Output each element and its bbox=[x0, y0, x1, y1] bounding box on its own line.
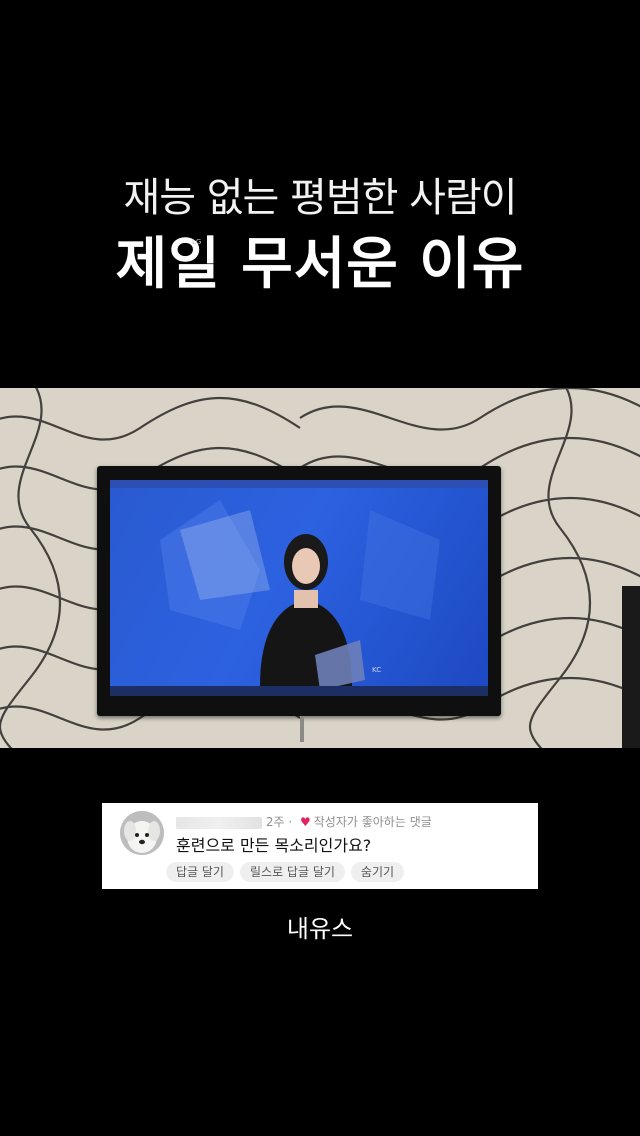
caption-subtitle: 내유스 bbox=[286, 915, 354, 943]
title-line-2: 제일 무서운 이유 bbox=[115, 232, 525, 297]
tv-brand-logo: LG bbox=[192, 238, 202, 246]
comment-card: 2주 · ♥ 작성자가 좋아하는 댓글 훈련으로 만든 목소리인가요? 답글 달기… bbox=[102, 803, 538, 889]
tv-cable bbox=[300, 716, 304, 742]
reels-reply-button[interactable]: 릴스로 답글 달기 bbox=[239, 862, 345, 882]
television: KC bbox=[97, 466, 501, 716]
screen-taskbar bbox=[110, 686, 488, 696]
author-liked-label: 작성자가 좋아하는 댓글 bbox=[313, 815, 432, 829]
hide-button[interactable]: 숨기기 bbox=[350, 862, 405, 882]
svg-text:KC: KC bbox=[372, 666, 381, 674]
dog-avatar-icon bbox=[120, 811, 164, 855]
screen-scene: KC bbox=[160, 500, 440, 690]
comment-text: 훈련으로 만든 목소리인가요? bbox=[176, 836, 372, 855]
tv-screen: KC bbox=[110, 480, 488, 696]
side-object bbox=[622, 586, 640, 748]
heart-icon: ♥ bbox=[299, 815, 311, 829]
avatar[interactable] bbox=[120, 811, 164, 855]
comment-meta: 2주 · ♥ 작성자가 좋아하는 댓글 bbox=[176, 813, 432, 831]
comment-time: 2주 bbox=[265, 815, 285, 829]
title-line-1: 재능 없는 평범한 사람이 bbox=[123, 175, 517, 221]
username-blurred[interactable] bbox=[176, 816, 262, 829]
separator-dot: · bbox=[288, 815, 296, 829]
reply-button[interactable]: 답글 달기 bbox=[166, 862, 234, 882]
comment-actions: 답글 달기 릴스로 답글 달기 숨기기 bbox=[166, 862, 405, 882]
